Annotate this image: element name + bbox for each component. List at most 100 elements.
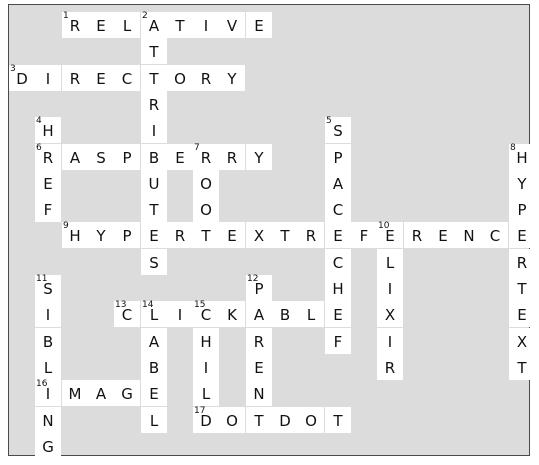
crossword-cell[interactable]: F <box>351 222 377 248</box>
crossword-cell[interactable]: L <box>298 301 324 327</box>
crossword-cell[interactable]: X <box>377 301 403 327</box>
crossword-cell[interactable]: 16 I <box>35 379 61 406</box>
crossword-cell[interactable]: A <box>62 144 88 170</box>
crossword-cell[interactable]: T <box>509 354 535 380</box>
crossword-cell[interactable]: R <box>62 65 88 91</box>
crossword-cell[interactable]: E <box>167 144 193 170</box>
crossword-cell[interactable]: T <box>509 275 535 301</box>
crossword-cell[interactable]: I <box>167 301 193 327</box>
crossword-cell[interactable]: L <box>377 249 403 275</box>
crossword-cell[interactable]: I <box>377 275 403 301</box>
crossword-cell[interactable]: 11 S <box>35 274 61 301</box>
crossword-cell[interactable]: P <box>325 144 351 170</box>
crossword-cell[interactable]: A <box>246 301 272 327</box>
crossword-cell[interactable]: E <box>325 222 351 248</box>
crossword-cell[interactable]: T <box>141 38 167 64</box>
crossword-cell[interactable]: G <box>114 380 140 406</box>
crossword-cell[interactable]: Y <box>88 222 114 248</box>
crossword-cell[interactable]: O <box>193 170 219 196</box>
crossword-cell[interactable]: H <box>193 328 219 354</box>
crossword-cell[interactable]: 13 C <box>114 300 140 327</box>
crossword-cell[interactable]: 1R <box>62 11 88 38</box>
crossword-cell[interactable]: L <box>35 354 61 380</box>
crossword-cell[interactable]: B <box>35 328 61 354</box>
crossword-cell[interactable]: B <box>141 354 167 380</box>
crossword-cell[interactable]: B <box>272 301 298 327</box>
crossword-cell[interactable]: 17 D <box>193 406 219 433</box>
crossword-cell[interactable]: P <box>114 222 140 248</box>
crossword-cell[interactable]: Y <box>246 144 272 170</box>
crossword-cell[interactable]: X <box>246 222 272 248</box>
crossword-cell[interactable]: T <box>193 222 219 248</box>
crossword-cell[interactable]: B <box>141 144 167 170</box>
crossword-cell[interactable]: L <box>141 407 167 433</box>
crossword-cell[interactable]: R <box>298 222 324 248</box>
crossword-cell[interactable]: T <box>167 12 193 38</box>
crossword-cell[interactable]: E <box>88 65 114 91</box>
crossword-cell[interactable]: R <box>219 144 245 170</box>
crossword-cell[interactable]: L <box>193 380 219 406</box>
crossword-cell[interactable]: O <box>219 407 245 433</box>
crossword-cell[interactable]: E <box>141 222 167 248</box>
crossword-cell[interactable]: R <box>246 328 272 354</box>
crossword-cell[interactable]: 5S <box>325 116 351 143</box>
crossword-cell[interactable]: I <box>35 301 61 327</box>
crossword-cell[interactable]: N <box>35 407 61 433</box>
crossword-cell[interactable]: 7R <box>193 143 219 170</box>
crossword-cell[interactable]: K <box>219 301 245 327</box>
crossword-cell[interactable]: I <box>141 117 167 143</box>
crossword-cell[interactable]: R <box>509 249 535 275</box>
crossword-cell[interactable]: 8H <box>509 143 535 170</box>
crossword-cell[interactable]: V <box>219 12 245 38</box>
crossword-cell[interactable]: E <box>141 380 167 406</box>
crossword-cell[interactable]: D <box>272 407 298 433</box>
crossword-cell[interactable]: I <box>193 12 219 38</box>
crossword-cell[interactable]: U <box>141 170 167 196</box>
crossword-cell[interactable]: 14 L <box>141 300 167 327</box>
crossword-cell[interactable]: S <box>88 144 114 170</box>
crossword-cell[interactable]: T <box>325 407 351 433</box>
crossword-cell[interactable]: E <box>35 170 61 196</box>
crossword-cell[interactable]: N <box>246 380 272 406</box>
crossword-cell[interactable]: E <box>246 12 272 38</box>
crossword-cell[interactable]: I <box>193 354 219 380</box>
crossword-cell[interactable]: A <box>88 380 114 406</box>
crossword-cell[interactable]: A <box>325 170 351 196</box>
crossword-cell[interactable]: E <box>325 301 351 327</box>
crossword-cell[interactable]: C <box>114 65 140 91</box>
crossword-cell[interactable]: 12 P <box>246 274 272 301</box>
crossword-cell[interactable]: H <box>325 275 351 301</box>
crossword-cell[interactable]: E <box>509 222 535 248</box>
crossword-cell[interactable]: 10 E <box>377 221 403 248</box>
crossword-cell[interactable]: E <box>509 301 535 327</box>
crossword-cell[interactable]: A <box>141 328 167 354</box>
crossword-cell[interactable]: P <box>114 144 140 170</box>
crossword-cell[interactable]: R <box>167 222 193 248</box>
crossword-cell[interactable]: X <box>509 328 535 354</box>
crossword-cell[interactable]: T <box>246 407 272 433</box>
crossword-cell[interactable]: 9H <box>62 221 88 248</box>
crossword-cell[interactable]: E <box>430 222 456 248</box>
crossword-cell[interactable]: O <box>167 65 193 91</box>
crossword-cell[interactable]: C <box>482 222 508 248</box>
crossword-cell[interactable]: Y <box>219 65 245 91</box>
crossword-cell[interactable]: T <box>141 65 167 91</box>
crossword-cell[interactable]: R <box>193 65 219 91</box>
crossword-cell[interactable]: C <box>325 249 351 275</box>
crossword-cell[interactable]: L <box>114 12 140 38</box>
crossword-cell[interactable]: 3D <box>9 64 35 91</box>
crossword-cell[interactable]: F <box>325 328 351 354</box>
crossword-cell[interactable]: 2A <box>141 11 167 38</box>
crossword-cell[interactable]: I <box>377 328 403 354</box>
crossword-cell[interactable]: F <box>35 196 61 222</box>
crossword-cell[interactable]: N <box>456 222 482 248</box>
crossword-cell[interactable]: 15 C <box>193 300 219 327</box>
crossword-cell[interactable]: 4H <box>35 116 61 143</box>
crossword-cell[interactable]: M <box>62 380 88 406</box>
crossword-cell[interactable]: Y <box>509 170 535 196</box>
crossword-cell[interactable]: E <box>88 12 114 38</box>
crossword-cell[interactable]: R <box>377 354 403 380</box>
crossword-cell[interactable]: S <box>141 249 167 275</box>
crossword-cell[interactable]: O <box>193 196 219 222</box>
crossword-cell[interactable]: T <box>141 196 167 222</box>
